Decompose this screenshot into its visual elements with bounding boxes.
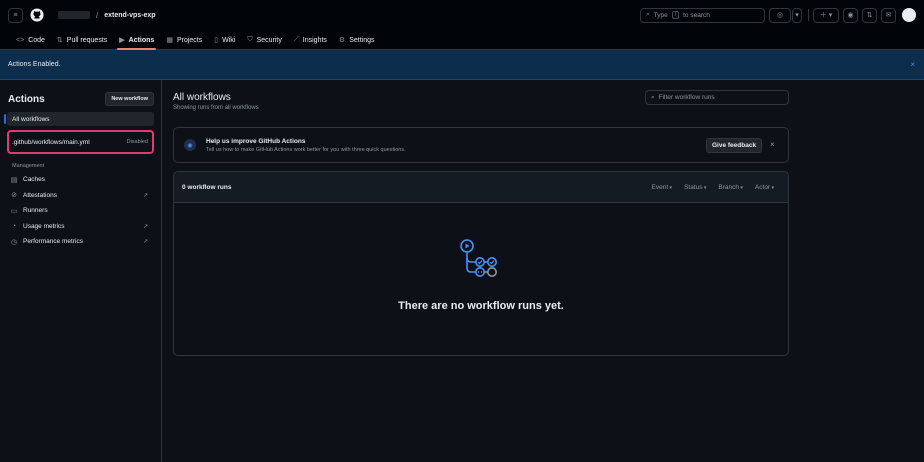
create-new-icon[interactable]: ＋ ▾: [813, 7, 839, 23]
main-content: All workflows Showing runs from all work…: [162, 80, 924, 462]
workflow-status-label: Disabled: [126, 139, 148, 145]
page-title: All workflows: [173, 92, 231, 103]
external-link-icon: ↗: [142, 192, 148, 199]
header: ≡ / extend-vps-exp ⌕ Type / to search ◎ …: [0, 0, 924, 50]
flash-banner: Actions Enabled. ×: [0, 50, 924, 80]
empty-state-message: There are no workflow runs yet.: [398, 300, 564, 312]
runs-count: 0 workflow runs: [182, 183, 232, 191]
toolbar-divider: [808, 9, 809, 21]
user-avatar[interactable]: [902, 8, 916, 22]
usage-icon: ◔: [11, 222, 17, 230]
copilot-icon[interactable]: ◎: [769, 7, 791, 23]
banner-text: Actions Enabled.: [8, 61, 61, 68]
new-workflow-button[interactable]: New workflow: [105, 92, 154, 106]
tab-label: Security: [256, 36, 282, 44]
gear-icon: ⚙: [338, 37, 346, 44]
book-icon: ▯: [214, 37, 219, 44]
external-link-icon: ↗: [142, 239, 148, 246]
tab-label: Pull requests: [66, 36, 108, 44]
tab-label: Insights: [302, 36, 327, 44]
branch-filter-dropdown[interactable]: Branch: [718, 184, 743, 191]
actor-filter-dropdown[interactable]: Actor: [755, 184, 774, 191]
search-input[interactable]: ⌕ Type / to search: [640, 7, 765, 23]
tab-wiki[interactable]: ▯ Wiki: [208, 36, 241, 50]
sidebar-item-usage-metrics[interactable]: ◔ Usage metrics ↗: [7, 219, 154, 235]
tab-settings[interactable]: ⚙ Settings: [333, 36, 381, 50]
owner-name-redacted[interactable]: [58, 11, 90, 19]
tab-label: Projects: [176, 36, 203, 44]
graph-icon: ⟋: [293, 36, 299, 43]
search-shortcut: /: [671, 11, 680, 19]
shield-icon: ⛉: [247, 36, 253, 43]
tab-label: Wiki: [222, 36, 236, 44]
status-filter-dropdown[interactable]: Status: [684, 184, 706, 191]
tab-security[interactable]: ⛉ Security: [241, 36, 288, 50]
github-logo-icon[interactable]: [30, 8, 44, 22]
filter-runs-input[interactable]: ⌕ Filter workflow runs: [645, 90, 789, 105]
sidebar-title: Actions: [8, 93, 45, 105]
copilot-dropdown-icon[interactable]: ▾: [792, 7, 802, 23]
tab-label: Code: [28, 37, 45, 44]
pull-requests-icon[interactable]: ⇅: [862, 7, 877, 23]
runners-icon: ▭: [10, 207, 18, 215]
tab-insights[interactable]: ⟋ Insights: [288, 36, 333, 50]
cache-icon: ▤: [10, 176, 18, 184]
close-icon[interactable]: ×: [910, 60, 915, 69]
event-filter-dropdown[interactable]: Event: [652, 184, 673, 191]
runs-header: 0 workflow runs Event Status Branch Acto…: [174, 172, 788, 203]
performance-icon: ◷: [10, 238, 18, 246]
tab-actions[interactable]: ▶ Actions: [113, 36, 160, 50]
filter-placeholder: Filter workflow runs: [658, 94, 715, 101]
issues-icon[interactable]: ◉: [843, 7, 858, 23]
page-subtitle: Showing runs from all workflows: [173, 105, 259, 111]
sidebar-item-workflow[interactable]: .github/workflows/main.yml Disabled: [7, 130, 154, 154]
close-icon[interactable]: ×: [770, 140, 775, 149]
sidebar-item-performance-metrics[interactable]: ◷ Performance metrics ↗: [7, 234, 154, 250]
section-heading: Management: [12, 163, 45, 169]
search-placeholder: Type: [653, 11, 668, 19]
tab-projects[interactable]: ▦ Projects: [160, 36, 208, 50]
feedback-banner: ◉ Help us improve GitHub Actions Tell us…: [173, 127, 789, 163]
play-icon: ▶: [119, 37, 125, 44]
tab-pull-requests[interactable]: ⇅ Pull requests: [51, 36, 113, 50]
workflow-name: .github/workflows/main.yml: [12, 138, 90, 146]
search-icon: ⌕: [646, 11, 650, 18]
table-icon: ▦: [166, 37, 173, 44]
repo-tabs: <> Code ⇅ Pull requests ▶ Actions ▦ Projects…: [0, 30, 924, 50]
sidebar-item-caches[interactable]: ▤ Caches: [7, 172, 154, 188]
menu-icon[interactable]: ≡: [8, 7, 23, 23]
item-label: Performance metrics: [23, 238, 83, 246]
pull-request-icon: ⇅: [56, 37, 63, 44]
info-icon: ◉: [184, 139, 196, 151]
item-label: Usage metrics: [23, 222, 65, 230]
sidebar-item-all-workflows[interactable]: All workflows: [4, 112, 154, 126]
tab-code[interactable]: <> Code: [10, 37, 51, 50]
feedback-body: Tell us how to make GitHub Actions work …: [206, 146, 406, 153]
repo-name-link[interactable]: extend-vps-exp: [104, 12, 155, 19]
search-placeholder-tail: to search: [683, 11, 710, 19]
path-separator: /: [96, 10, 99, 20]
tab-label: Actions: [128, 36, 155, 44]
feedback-title: Help us improve GitHub Actions: [206, 137, 306, 145]
code-icon: <>: [16, 37, 25, 44]
external-link-icon: ↗: [142, 223, 148, 230]
actions-sidebar: Actions New workflow All workflows .gith…: [0, 80, 162, 462]
search-icon: ⌕: [651, 93, 655, 101]
tab-label: Settings: [349, 36, 375, 44]
workflow-runs-panel: 0 workflow runs Event Status Branch Acto…: [173, 171, 789, 356]
item-label: Caches: [23, 176, 46, 184]
attestation-icon: ⊘: [11, 192, 17, 200]
sidebar-item-attestations[interactable]: ⊘ Attestations ↗: [7, 188, 154, 204]
item-label: Runners: [23, 207, 48, 215]
workflow-empty-icon: [460, 239, 497, 277]
item-label: Attestations: [23, 191, 57, 199]
inbox-icon[interactable]: ✉: [881, 7, 896, 23]
give-feedback-button[interactable]: Give feedback: [706, 138, 763, 153]
sidebar-item-runners[interactable]: ▭ Runners: [7, 203, 154, 219]
